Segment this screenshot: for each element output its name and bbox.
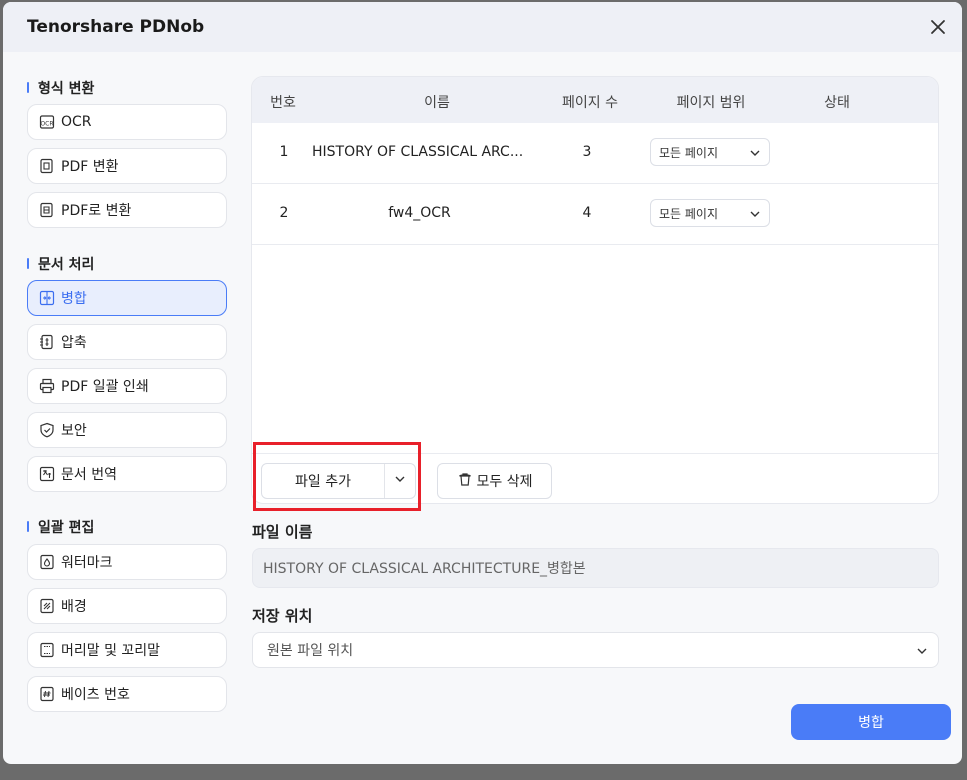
sidebar-item-bates[interactable]: 베이츠 번호 xyxy=(27,676,227,712)
sidebar-item-label: 문서 번역 xyxy=(61,467,117,483)
sidebar-item-label: 압축 xyxy=(61,335,87,351)
filename-field[interactable]: HISTORY OF CLASSICAL ARCHITECTURE_병합본 xyxy=(252,548,939,588)
trash-icon xyxy=(457,471,477,491)
sidebar-item-label: 워터마크 xyxy=(61,555,113,571)
merge-dialog: Tenorshare PDNob 형식 변환 OCR OCR PDF 변환 PD… xyxy=(3,2,962,764)
printer-icon xyxy=(39,378,55,394)
table-divider xyxy=(252,453,938,454)
app-title: Tenorshare PDNob xyxy=(27,17,205,37)
sidebar-item-label: PDF 일괄 인쇄 xyxy=(61,379,149,395)
chevron-down-icon xyxy=(749,208,761,223)
filename-value: HISTORY OF CLASSICAL ARCHITECTURE_병합본 xyxy=(263,561,586,577)
to-pdf-icon xyxy=(39,202,55,218)
shield-icon xyxy=(39,422,55,438)
add-file-label: 파일 추가 xyxy=(295,474,351,490)
delete-all-label: 모두 삭제 xyxy=(476,474,533,490)
bates-icon xyxy=(39,686,55,702)
watermark-icon xyxy=(39,554,55,570)
section-title-format: 형식 변환 xyxy=(27,78,94,98)
header-status: 상태 xyxy=(824,95,850,111)
table-header: 번호 이름 페이지 수 페이지 범위 상태 xyxy=(252,77,938,123)
svg-text:OCR: OCR xyxy=(40,121,53,128)
page-range-select[interactable]: 모든 페이지 xyxy=(650,199,770,227)
sidebar-item-merge[interactable]: 병합 xyxy=(27,280,227,316)
page-range-value: 모든 페이지 xyxy=(659,145,719,160)
sidebar-item-batch-print[interactable]: PDF 일괄 인쇄 xyxy=(27,368,227,404)
merge-button-label: 병합 xyxy=(858,715,884,731)
row-page-count: 3 xyxy=(582,144,592,160)
save-location-select[interactable]: 원본 파일 위치 xyxy=(252,632,939,668)
sidebar-item-header-footer[interactable]: 머리말 및 꼬리말 xyxy=(27,632,227,668)
sidebar-item-label: 병합 xyxy=(61,291,87,307)
sidebar-item-label: 머리말 및 꼬리말 xyxy=(61,643,161,659)
sidebar-item-ocr[interactable]: OCR OCR xyxy=(27,104,227,140)
save-location-label: 저장 위치 xyxy=(252,607,313,625)
merge-icon xyxy=(39,290,55,306)
row-page-count: 4 xyxy=(582,205,592,221)
save-location-value: 원본 파일 위치 xyxy=(267,643,354,659)
translate-icon xyxy=(39,466,55,482)
header-footer-icon xyxy=(39,642,55,658)
sidebar-item-label: 배경 xyxy=(61,599,87,615)
add-file-button[interactable]: 파일 추가 xyxy=(262,464,385,498)
title-bar: Tenorshare PDNob xyxy=(3,2,962,52)
sidebar-item-pdf-convert[interactable]: PDF 변환 xyxy=(27,148,227,184)
pdf-convert-icon xyxy=(39,158,55,174)
page-range-value: 모든 페이지 xyxy=(659,206,719,221)
sidebar-item-background[interactable]: 배경 xyxy=(27,588,227,624)
section-title-batch-edit: 일괄 편집 xyxy=(27,517,94,537)
file-table: 번호 이름 페이지 수 페이지 범위 상태 1 HISTORY OF CLASS… xyxy=(251,76,939,504)
header-name: 이름 xyxy=(424,95,450,111)
compress-icon xyxy=(39,334,55,350)
header-pages: 페이지 수 xyxy=(562,95,618,111)
row-file-name: HISTORY OF CLASSICAL ARC... xyxy=(312,144,524,160)
sidebar-item-compress[interactable]: 압축 xyxy=(27,324,227,360)
chevron-down-icon xyxy=(916,645,928,661)
header-index: 번호 xyxy=(270,95,296,111)
sidebar-item-label: 베이츠 번호 xyxy=(61,687,130,703)
sidebar-item-label: OCR xyxy=(61,114,92,130)
row-index: 1 xyxy=(279,144,289,160)
sidebar-item-security[interactable]: 보안 xyxy=(27,412,227,448)
sidebar-item-to-pdf[interactable]: PDF로 변환 xyxy=(27,192,227,228)
page-range-select[interactable]: 모든 페이지 xyxy=(650,138,770,166)
sidebar-item-label: 보안 xyxy=(61,423,87,439)
close-icon[interactable] xyxy=(928,17,948,37)
chevron-down-icon xyxy=(394,473,406,489)
sidebar-item-watermark[interactable]: 워터마크 xyxy=(27,544,227,580)
sidebar-item-label: PDF로 변환 xyxy=(61,203,132,219)
table-row[interactable]: 1 HISTORY OF CLASSICAL ARC... 3 모든 페이지 xyxy=(252,123,938,184)
table-row[interactable]: 2 fw4_OCR 4 모든 페이지 xyxy=(252,184,938,245)
header-range: 페이지 범위 xyxy=(676,95,746,111)
sidebar-item-label: PDF 변환 xyxy=(61,159,119,175)
sidebar-item-translate[interactable]: 문서 번역 xyxy=(27,456,227,492)
merge-button[interactable]: 병합 xyxy=(791,704,951,740)
filename-label: 파일 이름 xyxy=(252,523,313,541)
row-file-name: fw4_OCR xyxy=(388,205,451,221)
background-icon xyxy=(39,598,55,614)
add-file-dropdown[interactable] xyxy=(385,464,415,498)
row-index: 2 xyxy=(279,205,289,221)
delete-all-button[interactable]: 모두 삭제 xyxy=(437,463,552,499)
section-title-document: 문서 처리 xyxy=(27,254,94,274)
add-file-split-button: 파일 추가 xyxy=(261,463,416,499)
ocr-icon: OCR xyxy=(39,114,55,130)
chevron-down-icon xyxy=(749,147,761,162)
